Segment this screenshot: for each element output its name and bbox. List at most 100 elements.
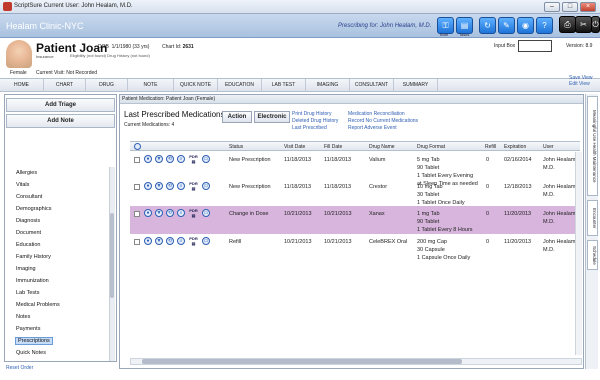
tab-home[interactable]: HOME (0, 79, 44, 92)
sidebar-item-demographics[interactable]: Demographics (16, 206, 51, 212)
col-user[interactable]: User (543, 144, 554, 150)
tab-encounter[interactable]: Encounter (587, 200, 598, 236)
add-note-button[interactable]: Add Note (6, 114, 115, 128)
clinic-name[interactable]: Healam Clinic-NYC (6, 21, 84, 31)
reset-order-link[interactable]: Reset Order (6, 365, 33, 371)
print-row-icon[interactable]: ▭ (202, 209, 210, 217)
tools-icon[interactable]: ✂ (575, 16, 592, 33)
print-drug-history-link[interactable]: Print Drug History (292, 111, 331, 117)
user-line: M.D. (543, 192, 555, 198)
search-icon[interactable]: ⌕ (177, 155, 185, 163)
filter-icon[interactable]: ▼ (155, 237, 163, 245)
pdr-icon[interactable]: PDR ▤ (189, 181, 198, 191)
tab-chart[interactable]: CHART (44, 79, 86, 92)
tab-lab-test[interactable]: LAB TEST (262, 79, 306, 92)
history-icon[interactable]: ⟲ (166, 209, 174, 217)
tab-schedule[interactable]: Schedule (587, 240, 598, 270)
sidebar-item-family-history[interactable]: Family History (16, 254, 51, 260)
sidebar-item-lab-tests[interactable]: Lab Tests (16, 290, 39, 296)
horizontal-scroll-thumb[interactable] (142, 359, 462, 364)
col-fill-date[interactable]: Fill Date (324, 144, 342, 150)
sidebar-item-immunization[interactable]: Immunization (16, 278, 49, 284)
row-checkbox[interactable] (134, 239, 140, 245)
print-row-icon[interactable]: ▭ (202, 182, 210, 190)
print-row-icon[interactable]: ▭ (202, 155, 210, 163)
sidebar-item-consultant[interactable]: Consultant (16, 194, 42, 200)
power-icon[interactable]: ⏻ (591, 16, 600, 33)
sidebar-scroll-thumb[interactable] (110, 213, 114, 298)
tab-drug[interactable]: DRUG (86, 79, 128, 92)
pdr-icon[interactable]: PDR ▤ (189, 154, 198, 164)
sidebar-item-imaging[interactable]: Imaging (16, 266, 36, 272)
row-checkbox[interactable] (134, 184, 140, 190)
print-icon[interactable]: ⎙ (559, 16, 576, 33)
col-drug-format[interactable]: Drug Format (417, 144, 445, 150)
sidebar-item-prescriptions[interactable]: Prescriptions (15, 337, 53, 345)
sidebar-item-medical-problems[interactable]: Medical Problems (16, 302, 60, 308)
record-no-current-meds-link[interactable]: Record No Current Medications (348, 118, 418, 124)
sidebar-item-notes[interactable]: Notes (16, 314, 30, 320)
table-row[interactable]: ● ▼ ⟲ ⌕ PDR ▤ ▭ Refill 10/21/2013 10/21/2… (130, 234, 580, 261)
pdr-icon[interactable]: PDR ▤ (189, 236, 198, 246)
format-line: 1 Capsule Once Daily (417, 255, 471, 261)
sidebar-item-diagnosis[interactable]: Diagnosis (16, 218, 40, 224)
table-row[interactable]: ● ▼ ⟲ ⌕ PDR ▤ ▭ New Prescription 11/18/20… (130, 152, 580, 187)
tab-imaging[interactable]: IMAGING (306, 79, 350, 92)
eye-icon[interactable]: ● (144, 237, 152, 245)
deleted-drug-history-link[interactable]: Deleted Drug History (292, 118, 338, 124)
tab-summary[interactable]: SUMMARY (394, 79, 438, 92)
medication-reconciliation-link[interactable]: Medication Reconciliation (348, 111, 405, 117)
search-icon[interactable]: ⌕ (177, 182, 185, 190)
col-refill[interactable]: Refill (485, 144, 496, 150)
table-row[interactable]: ● ▼ ⟲ ⌕ PDR ▤ ▭ New Prescription 11/18/20… (130, 179, 580, 206)
sidebar-item-education[interactable]: Education (16, 242, 40, 248)
history-icon[interactable]: ⟲ (166, 155, 174, 163)
filter-icon[interactable]: ▼ (155, 182, 163, 190)
print-row-icon[interactable]: ▭ (202, 237, 210, 245)
col-drug-name[interactable]: Drug Name (369, 144, 395, 150)
add-triage-button[interactable]: Add Triage (6, 98, 115, 112)
col-visit-date[interactable]: Visit Date (284, 144, 305, 150)
last-prescribed-link[interactable]: Last Prescribed (292, 125, 327, 131)
help-icon[interactable]: ? (536, 17, 553, 34)
col-expiration[interactable]: Expiration (504, 144, 526, 150)
eye-icon[interactable]: ● (144, 182, 152, 190)
tab-consultant[interactable]: CONSULTANT (350, 79, 394, 92)
maximize-button[interactable]: □ (562, 2, 578, 12)
electronic-button[interactable]: Electronic (254, 111, 290, 123)
select-all-icon[interactable] (134, 143, 141, 150)
sidebar-item-allergies[interactable]: Allergies (16, 170, 37, 176)
filter-icon[interactable]: ▼ (155, 155, 163, 163)
row-checkbox[interactable] (134, 157, 140, 163)
sidebar-item-vitals[interactable]: Vitals (16, 182, 29, 188)
tab-note[interactable]: NOTE (128, 79, 174, 92)
table-row-selected[interactable]: ● ▼ ⟲ ⌕ PDR ▤ ▭ Change in Dose 10/21/2013… (130, 206, 580, 234)
table-vertical-scrollbar[interactable] (575, 152, 582, 355)
sidebar-item-quick-notes[interactable]: Quick Notes (16, 350, 46, 356)
history-icon[interactable]: ⟲ (166, 237, 174, 245)
eye-icon[interactable]: ● (144, 209, 152, 217)
input-box[interactable] (518, 40, 552, 52)
globe-icon[interactable]: ◉ (517, 17, 534, 34)
tab-quick-note[interactable]: QUICK NOTE (174, 79, 218, 92)
pencil-icon[interactable]: ✎ (498, 17, 515, 34)
sidebar-item-payments[interactable]: Payments (16, 326, 40, 332)
search-icon[interactable]: ⌕ (177, 237, 185, 245)
filter-icon[interactable]: ▼ (155, 209, 163, 217)
minimize-button[interactable]: – (544, 2, 560, 12)
edit-view-link[interactable]: Edit View (569, 81, 593, 87)
col-status[interactable]: Status (229, 144, 243, 150)
search-icon[interactable]: ⌕ (177, 209, 185, 217)
eye-icon[interactable]: ● (144, 155, 152, 163)
sidebar-item-document[interactable]: Document (16, 230, 41, 236)
tab-education[interactable]: EDUCATION (218, 79, 262, 92)
row-checkbox[interactable] (134, 211, 140, 217)
history-icon[interactable]: ⟲ (166, 182, 174, 190)
report-adverse-event-link[interactable]: Report Adverse Event (348, 125, 397, 131)
close-button[interactable]: × (580, 2, 596, 12)
action-button[interactable]: Action (222, 111, 252, 123)
refresh-icon[interactable]: ↻ (479, 17, 496, 34)
pdr-icon[interactable]: PDR ▤ (189, 208, 198, 218)
prescribing-for[interactable]: Prescribing for: John Healam, M.D. (338, 23, 431, 29)
tab-meaningful-use[interactable]: Meaningful Use Health Maintenance (587, 96, 598, 196)
